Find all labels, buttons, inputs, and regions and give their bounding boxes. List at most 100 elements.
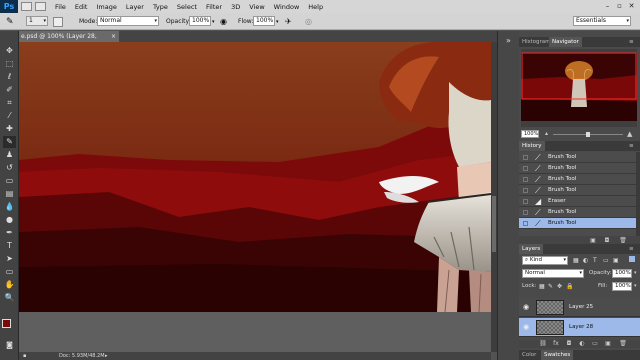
document-canvas[interactable] bbox=[19, 42, 491, 312]
history-item[interactable]: ⟋ Brush Tool bbox=[519, 185, 636, 196]
minimize-icon[interactable]: – bbox=[603, 2, 612, 10]
lock-image-icon[interactable]: ✎ bbox=[548, 283, 553, 290]
hand-tool-icon[interactable]: ✋ bbox=[3, 279, 16, 291]
brush-preset-icon[interactable]: ✎ bbox=[6, 17, 14, 27]
zoom-slider-handle[interactable] bbox=[586, 132, 590, 137]
foreground-color-swatch[interactable] bbox=[2, 319, 11, 328]
history-snapshot-checkbox[interactable] bbox=[523, 210, 528, 215]
history-snapshot-checkbox[interactable] bbox=[523, 188, 528, 193]
tab-color[interactable]: Color bbox=[519, 350, 539, 360]
navigator-zoom-input[interactable]: 100% bbox=[521, 130, 539, 138]
crop-tool-icon[interactable]: ⌗ bbox=[3, 97, 16, 109]
document-close-icon[interactable]: × bbox=[111, 31, 116, 42]
lock-all-icon[interactable]: 🔒 bbox=[566, 283, 573, 290]
new-group-icon[interactable]: ▭ bbox=[591, 340, 599, 347]
maximize-icon[interactable]: ▫ bbox=[615, 2, 624, 10]
brush-tool-icon[interactable]: ✎ bbox=[3, 136, 16, 148]
path-selection-tool-icon[interactable]: ➤ bbox=[3, 253, 16, 265]
history-snapshot-checkbox[interactable] bbox=[523, 166, 528, 171]
history-item[interactable]: ⟋ Brush Tool bbox=[519, 152, 636, 163]
filter-toggle[interactable] bbox=[629, 256, 635, 262]
tab-layers[interactable]: Layers bbox=[519, 244, 544, 254]
type-tool-icon[interactable]: T bbox=[3, 240, 16, 252]
minibridge-button[interactable] bbox=[35, 2, 46, 11]
fill-dropdown-icon[interactable]: ▾ bbox=[634, 283, 637, 289]
navigator-preview[interactable] bbox=[521, 49, 637, 127]
healing-brush-tool-icon[interactable]: ✚ bbox=[3, 123, 16, 135]
filter-shape-icon[interactable]: ▭ bbox=[603, 257, 609, 264]
eyedropper-tool-icon[interactable]: ⁄ bbox=[3, 110, 16, 122]
history-menu-icon[interactable]: ≡ bbox=[629, 141, 634, 151]
brush-panel-toggle-icon[interactable] bbox=[53, 17, 63, 27]
mode-select[interactable]: Normal ▾ bbox=[97, 16, 159, 26]
history-item[interactable]: ⟋ Brush Tool bbox=[519, 174, 636, 185]
new-layer-icon[interactable]: ▣ bbox=[604, 340, 612, 347]
zoom-out-icon[interactable]: ▴ bbox=[545, 130, 548, 137]
visibility-eye-icon[interactable]: ◉ bbox=[523, 303, 529, 311]
layers-menu-icon[interactable]: ≡ bbox=[629, 244, 634, 254]
menu-type[interactable]: Type bbox=[153, 3, 168, 11]
pressure-size-icon[interactable]: ◎ bbox=[305, 17, 312, 27]
layer-opacity-input[interactable]: 100% bbox=[612, 269, 632, 278]
history-item[interactable]: ⟋ Brush Tool bbox=[519, 207, 636, 218]
tab-history[interactable]: History bbox=[519, 141, 545, 151]
workspace-select[interactable]: Essentials ▾ bbox=[573, 16, 631, 26]
layer-style-icon[interactable]: fx bbox=[552, 340, 560, 347]
status-menu-icon[interactable]: ▸ bbox=[105, 352, 108, 360]
blend-mode-select[interactable]: Normal ▾ bbox=[522, 269, 584, 278]
quick-mask-icon[interactable]: ◙ bbox=[3, 339, 16, 351]
shape-tool-icon[interactable]: ▭ bbox=[3, 266, 16, 278]
filter-adjustment-icon[interactable]: ◐ bbox=[583, 257, 588, 264]
collapse-arrows-icon[interactable]: » bbox=[502, 35, 515, 47]
opacity-input[interactable]: 100% bbox=[189, 16, 211, 26]
layer-opacity-dropdown-icon[interactable]: ▾ bbox=[634, 270, 637, 276]
visibility-eye-icon[interactable]: ◉ bbox=[523, 323, 529, 331]
filter-pixel-icon[interactable]: ▦ bbox=[573, 257, 579, 264]
menu-image[interactable]: Image bbox=[96, 3, 116, 11]
delete-state-icon[interactable]: 🗑 bbox=[619, 237, 627, 244]
camera-snapshot-icon[interactable]: ◘ bbox=[603, 237, 611, 244]
brush-size-picker[interactable]: 1 ▾ bbox=[26, 16, 48, 26]
close-icon[interactable]: ✕ bbox=[627, 2, 636, 10]
airbrush-icon[interactable]: ✈ bbox=[285, 17, 292, 27]
menu-window[interactable]: Window bbox=[274, 3, 300, 11]
delete-layer-icon[interactable]: 🗑 bbox=[619, 340, 627, 347]
history-brush-tool-icon[interactable]: ↺ bbox=[3, 162, 16, 174]
menu-select[interactable]: Select bbox=[177, 3, 197, 11]
tab-navigator[interactable]: Navigator bbox=[549, 37, 582, 47]
flow-input[interactable]: 100% bbox=[253, 16, 275, 26]
lock-position-icon[interactable]: ✥ bbox=[557, 283, 562, 290]
history-snapshot-checkbox[interactable] bbox=[523, 177, 528, 182]
filter-type-icon[interactable]: T bbox=[593, 257, 597, 264]
menu-file[interactable]: File bbox=[55, 3, 66, 11]
zoom-tool-icon[interactable]: 🔍 bbox=[3, 292, 16, 304]
history-item-selected[interactable]: ⟋ Brush Tool bbox=[519, 218, 636, 229]
menu-layer[interactable]: Layer bbox=[126, 3, 144, 11]
pressure-opacity-icon[interactable]: ◉ bbox=[220, 17, 227, 27]
pen-tool-icon[interactable]: ✒ bbox=[3, 227, 16, 239]
document-tab[interactable]: e.psd @ 100% (Layer 28, RGB/8#) * × bbox=[19, 31, 119, 51]
zoom-status[interactable]: ▪ bbox=[23, 352, 39, 360]
marquee-tool-icon[interactable]: ⬚ bbox=[3, 58, 16, 70]
menu-filter[interactable]: Filter bbox=[206, 3, 222, 11]
zoom-in-icon[interactable]: ▲ bbox=[627, 130, 632, 138]
opacity-dropdown-icon[interactable]: ▾ bbox=[212, 17, 215, 27]
dodge-tool-icon[interactable]: ● bbox=[3, 214, 16, 226]
new-document-from-state-icon[interactable]: ▣ bbox=[589, 237, 597, 244]
history-scrollbar[interactable] bbox=[636, 152, 640, 236]
menu-view[interactable]: View bbox=[249, 3, 264, 11]
history-item[interactable]: ◢ Eraser bbox=[519, 196, 636, 207]
menu-help[interactable]: Help bbox=[308, 3, 323, 11]
eraser-tool-icon[interactable]: ▭ bbox=[3, 175, 16, 187]
flow-dropdown-icon[interactable]: ▾ bbox=[276, 17, 279, 27]
fill-input[interactable]: 100% bbox=[612, 282, 632, 291]
gradient-tool-icon[interactable]: ▤ bbox=[3, 188, 16, 200]
move-tool-icon[interactable]: ✥ bbox=[3, 45, 16, 57]
lasso-tool-icon[interactable]: ℓ bbox=[3, 71, 16, 83]
add-mask-icon[interactable]: ◘ bbox=[565, 340, 573, 347]
blur-tool-icon[interactable]: 💧 bbox=[3, 201, 16, 213]
panel-menu-icon[interactable]: ≡ bbox=[629, 37, 634, 47]
tab-swatches[interactable]: Swatches bbox=[541, 350, 574, 360]
lock-transparent-icon[interactable]: ▦ bbox=[539, 283, 545, 290]
history-snapshot-checkbox[interactable] bbox=[523, 221, 528, 226]
